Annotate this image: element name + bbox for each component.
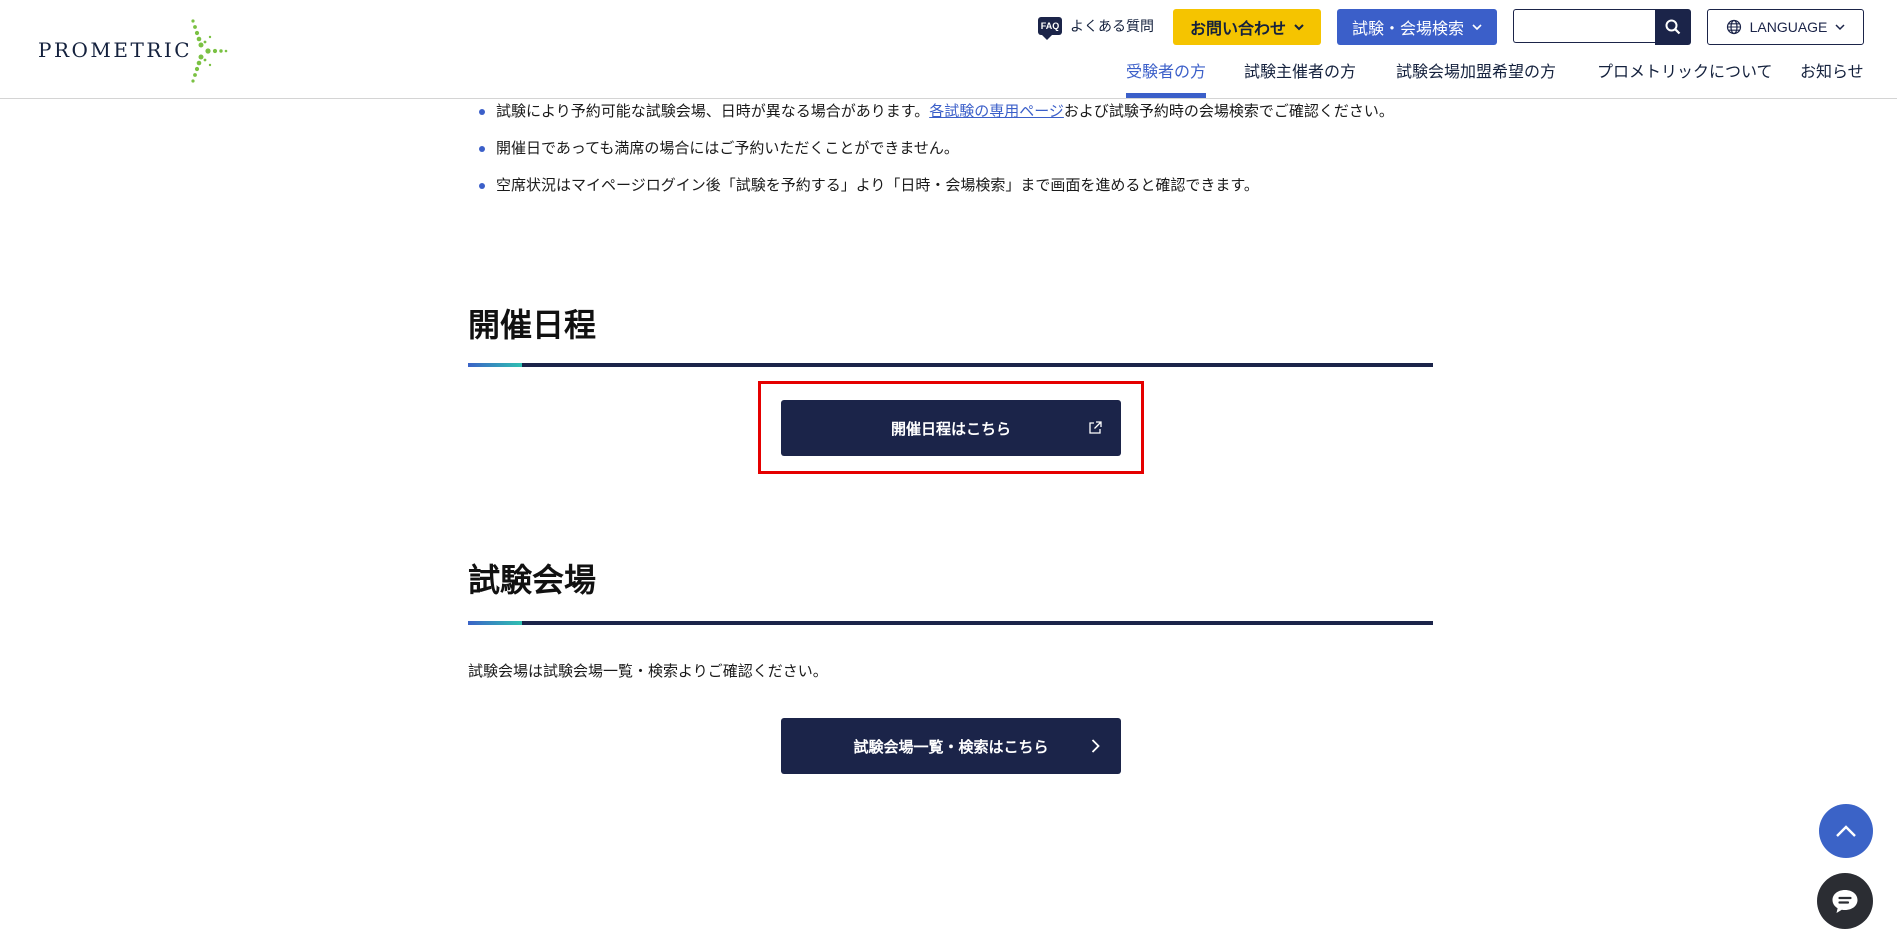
section-divider <box>468 363 1433 367</box>
note-text: 試験により予約可能な試験会場、日時が異なる場合があります。 <box>496 102 930 120</box>
search-icon <box>1665 19 1681 35</box>
faq-icon: FAQ <box>1038 17 1062 40</box>
globe-icon <box>1726 19 1741 35</box>
language-button[interactable]: LANGUAGE <box>1707 9 1864 45</box>
schedule-button[interactable]: 開催日程はこちら <box>781 400 1121 456</box>
chat-bubble-icon <box>1832 890 1858 913</box>
list-item: 開催日であっても満席の場合にはご予約いただくことができません。 <box>478 138 1438 175</box>
list-item: 空席状況はマイページログイン後「試験を予約する」より「日時・会場検索」まで画面を… <box>478 175 1438 212</box>
chevron-up-icon <box>1836 825 1856 837</box>
venue-search-button-label: 試験・会場検索 <box>1351 19 1464 38</box>
faq-link[interactable]: FAQ よくある質問 <box>1038 14 1154 40</box>
nav-item-sponsors[interactable]: 試験主催者の方 <box>1244 58 1356 98</box>
nav-item-candidates[interactable]: 受験者の方 <box>1126 58 1207 98</box>
external-link-icon <box>1089 421 1102 434</box>
nav-item-label: 試験主催者の方 <box>1244 62 1357 81</box>
contact-button[interactable]: お問い合わせ <box>1173 9 1321 45</box>
venue-description: 試験会場は試験会場一覧・検索よりご確認ください。 <box>468 662 828 680</box>
search-button[interactable] <box>1655 9 1691 45</box>
note-text: 空席状況はマイページログイン後「試験を予約する」より「日時・会場検索」まで画面を… <box>496 176 1259 194</box>
notes-list: 試験により予約可能な試験会場、日時が異なる場合があります。各試験の専用ページおよ… <box>478 101 1438 212</box>
nav-item-about[interactable]: プロメトリックについて <box>1597 58 1773 98</box>
venue-heading: 試験会場 <box>468 561 597 599</box>
language-button-label: LANGUAGE <box>1749 19 1828 35</box>
faq-label: よくある質問 <box>1070 19 1154 35</box>
logo-star-icon <box>191 19 228 83</box>
exam-pages-link[interactable]: 各試験の専用ページ <box>929 102 1064 120</box>
schedule-heading: 開催日程 <box>468 306 597 344</box>
nav-item-news[interactable]: お知らせ <box>1800 58 1864 98</box>
venue-search-button[interactable]: 試験・会場検索 <box>1337 9 1497 45</box>
nav-item-label: 試験会場加盟希望の方 <box>1396 62 1557 81</box>
nav-item-label: お知らせ <box>1800 62 1864 81</box>
nav-item-label: プロメトリックについて <box>1597 62 1773 81</box>
contact-button-label: お問い合わせ <box>1189 19 1286 38</box>
nav-item-test-centers[interactable]: 試験会場加盟希望の方 <box>1396 58 1556 98</box>
chevron-down-icon <box>1472 23 1482 30</box>
logo-text: PROMETRIC <box>38 38 193 62</box>
nav-item-label: 受験者の方 <box>1126 62 1207 81</box>
note-text: および試験予約時の会場検索でご確認ください。 <box>1063 102 1394 120</box>
list-item: 試験により予約可能な試験会場、日時が異なる場合があります。各試験の専用ページおよ… <box>478 101 1438 138</box>
venue-list-button-label: 試験会場一覧・検索はこちら <box>853 737 1049 756</box>
chat-button[interactable] <box>1817 873 1873 929</box>
section-divider <box>468 621 1433 625</box>
site-header: PROMETRIC FAQ よくある質問 お問い合わせ 試験・会場検索 LANG… <box>0 0 1897 99</box>
search-input[interactable] <box>1513 9 1655 43</box>
chevron-right-icon <box>1091 739 1100 753</box>
schedule-button-label: 開催日程はこちら <box>890 419 1011 438</box>
note-text: 開催日であっても満席の場合にはご予約いただくことができません。 <box>496 139 959 157</box>
venue-list-button[interactable]: 試験会場一覧・検索はこちら <box>781 718 1121 774</box>
chevron-down-icon <box>1835 23 1845 30</box>
prometric-logo[interactable]: PROMETRIC <box>38 18 228 84</box>
back-to-top-button[interactable] <box>1819 804 1873 858</box>
chevron-down-icon <box>1294 23 1304 30</box>
